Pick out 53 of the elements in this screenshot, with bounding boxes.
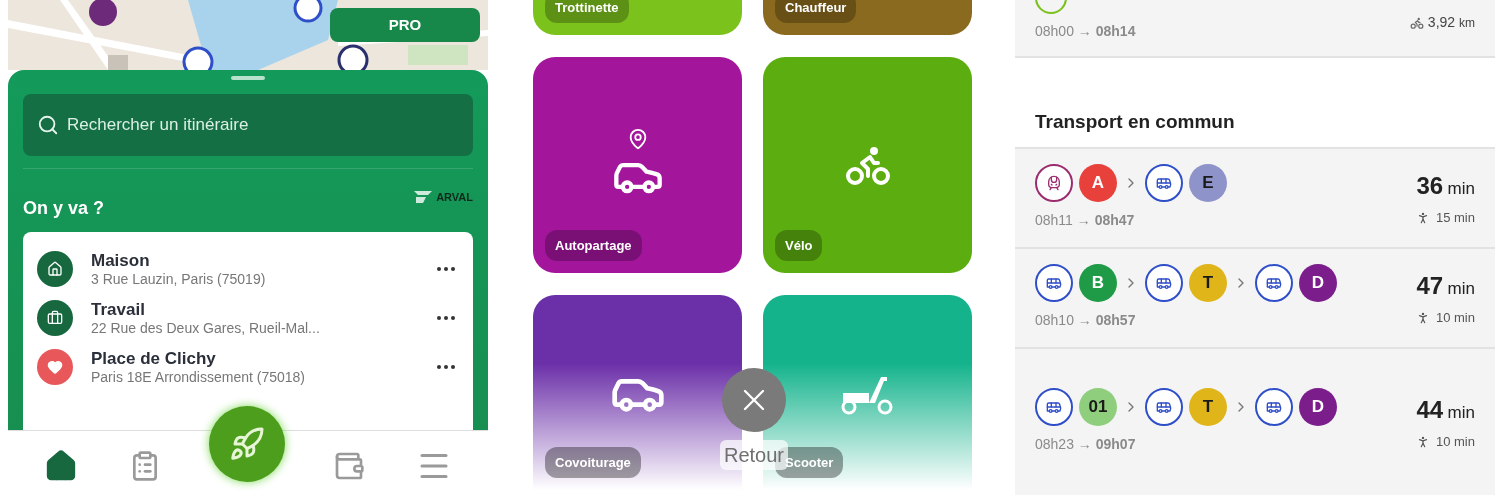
mode-tile[interactable]: Chauffeur (763, 0, 972, 35)
place-name: Maison (91, 250, 151, 272)
mode-tile[interactable]: Autopartage (533, 57, 742, 273)
house-icon (47, 261, 63, 278)
line-badge: D (1299, 264, 1337, 302)
time-range: 08h10 → 08h57 (1035, 311, 1137, 330)
duration: 47 min (1416, 270, 1475, 301)
search-field[interactable]: Rechercher un itinéraire (23, 94, 473, 156)
mode-tile[interactable]: Vélo (763, 57, 972, 273)
route-card[interactable]: 01 T D 08h23 → 09h07 44 min 10 min (1015, 346, 1495, 495)
section-heading: Transport en commun (1034, 110, 1236, 134)
logo-icon (414, 191, 433, 204)
line-badge: 01 (1079, 388, 1117, 426)
walk-time: 10 min (1435, 308, 1475, 327)
bicycle-icon (1409, 15, 1424, 30)
place-name: Travail (91, 298, 146, 320)
time-range: 08h00 → 08h14 (1035, 22, 1136, 41)
more-icon (437, 267, 455, 272)
time-range: 08h23 → 09h07 (1035, 435, 1137, 454)
briefcase-icon (47, 310, 63, 327)
duration: 44 min (1416, 394, 1475, 425)
walk-time: 10 min (1435, 432, 1475, 451)
pro-button[interactable]: PRO (330, 8, 480, 42)
time-range: 08h11 → 08h47 (1035, 211, 1136, 230)
route-card[interactable]: A E 08h11 → 08h47 36 min 15 min (1015, 146, 1495, 247)
more-icon (437, 316, 455, 321)
tile-label: Vélo (775, 229, 823, 261)
line-badge: B (1079, 264, 1117, 302)
heart-icon (47, 358, 63, 375)
line-badge: A (1079, 164, 1117, 202)
route-card[interactable]: B T D 08h10 → 08h57 47 min 10 min (1015, 246, 1495, 347)
more-icon (437, 364, 455, 369)
tile-label: Autopartage (545, 229, 642, 261)
section-heading: On y va ? (23, 197, 105, 220)
place-address: 22 Rue des Deux Gares, Rueil-Mal... (91, 320, 321, 338)
search-icon (37, 114, 59, 136)
line-badge: D (1299, 388, 1337, 426)
walk-time: 15 min (1435, 208, 1475, 227)
mode-tile[interactable]: Trottinette (533, 0, 742, 35)
rocket-icon (229, 425, 265, 462)
tile-label: Chauffeur (775, 0, 857, 23)
distance: 3,92 km (1427, 13, 1475, 32)
duration: 36 min (1416, 170, 1475, 201)
line-badge: T (1189, 264, 1227, 302)
place-address: Paris 18E Arrondissement (75018) (91, 368, 306, 387)
place-name: Place de Clichy (91, 347, 217, 369)
line-badge: T (1189, 388, 1227, 426)
tile-label: Trottinette (545, 0, 629, 23)
partner-logo: ARVAL (436, 190, 473, 205)
route-card[interactable]: 08h00 → 08h14 3,92 km (1015, 0, 1495, 58)
place-address: 3 Rue Lauzin, Paris (75019) (91, 271, 267, 289)
tile-label: Covoiturage (545, 446, 641, 478)
line-badge: E (1189, 164, 1227, 202)
